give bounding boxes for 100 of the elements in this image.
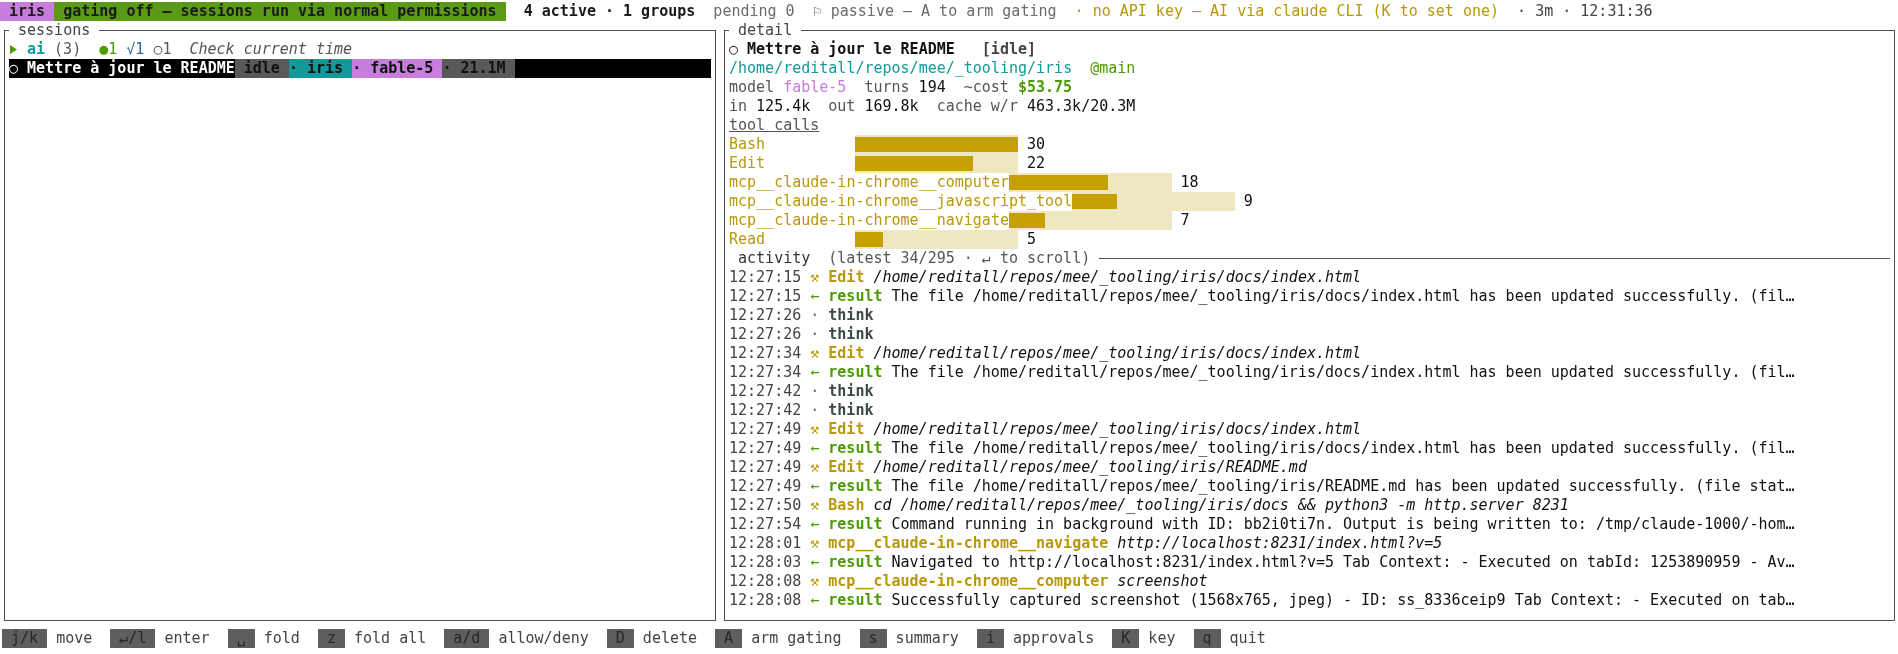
shortcut-label: move — [56, 629, 93, 648]
call-count: 18 — [1180, 173, 1199, 192]
timestamp: 12:28:03 — [729, 553, 802, 572]
entry-detail: /home/reditall/repos/mee/_tooling/iris/README.md — [873, 458, 1307, 477]
entry-kind-label: result — [828, 591, 883, 610]
stat-label: ~cost — [963, 78, 1009, 97]
stat-value: $53.75 — [1017, 78, 1073, 97]
session-status-count: ○1 — [153, 40, 172, 59]
entry-detail: cd /home/reditall/repos/mee/_tooling/iris/docs && python3 -m http.server 8231 — [873, 496, 1569, 515]
entry-kind-label: result — [828, 477, 883, 496]
entry-kind-label: think — [828, 325, 874, 344]
shortcut-label: key — [1148, 629, 1176, 648]
entry-kind-label: think — [828, 401, 874, 420]
panel-title: sessions — [17, 21, 92, 40]
panel-title: detail — [737, 21, 794, 40]
call-count: 7 — [1180, 211, 1190, 230]
entry-marker: ⚒ — [810, 534, 820, 553]
entry-kind-label: Edit — [828, 344, 865, 363]
shortcut-key: ␣ — [227, 629, 255, 648]
entry-detail: http://localhost:8231/index.html?v=5 — [1117, 534, 1443, 553]
entry-detail: Command running in background with ID: bb2i0ti7n. Output is being written to: /tmp/claude-1000/-hom… — [891, 515, 1795, 534]
timestamp: 12:27:26 — [729, 325, 802, 344]
entry-marker: ← — [810, 515, 820, 534]
entry-detail: /home/reditall/repos/mee/_tooling/iris/docs/index.html — [873, 420, 1362, 439]
timestamp: 12:27:34 — [729, 344, 802, 363]
activity-subtitle: (latest 34/295 · ↵ to scroll) — [828, 249, 1091, 268]
pending-count-text: pending 0 — [713, 2, 795, 21]
entry-detail: /home/reditall/repos/mee/_tooling/iris/docs/index.html — [873, 344, 1362, 363]
tool-name: Bash — [729, 135, 767, 154]
app-badge: iris — [0, 2, 55, 21]
timestamp: 12:28:08 — [729, 572, 802, 591]
session-tag: idle — [234, 59, 289, 78]
session-tag: · fable-5 — [352, 59, 443, 78]
stat-value: fable-5 — [783, 78, 847, 97]
entry-marker: ⚒ — [810, 344, 820, 363]
shortcut-key: s — [859, 629, 887, 648]
entry-marker: ⚒ — [810, 496, 820, 515]
entry-detail: Successfully captured screenshot (1568x765, jpeg) - ID: ss_8336ceip9 Tab Context: - Executed on tab… — [891, 591, 1795, 610]
active-sessions-summary: 4 active · 1 groups — [523, 2, 696, 21]
timestamp: 12:27:34 — [729, 363, 802, 382]
caret-icon[interactable] — [10, 45, 17, 54]
call-count: 22 — [1027, 154, 1046, 173]
shortcut-key: i — [976, 629, 1004, 648]
timestamp: 12:27:50 — [729, 496, 802, 515]
timestamp: 12:27:42 — [729, 382, 802, 401]
entry-marker: · — [810, 325, 820, 344]
status-marker: ○ — [729, 40, 739, 59]
group-count: (3) — [54, 40, 82, 59]
session-title: Mettre à jour le README — [27, 59, 235, 78]
entry-kind-label: result — [828, 553, 883, 572]
shortcut-label: enter — [164, 629, 210, 648]
shortcut-label: quit — [1229, 629, 1266, 648]
entry-kind-label: result — [828, 439, 883, 458]
entry-marker: ← — [810, 439, 820, 458]
tool-name: mcp__claude-in-chrome__computer — [729, 173, 1009, 192]
shortcut-label: approvals — [1012, 629, 1095, 648]
timestamp: 12:27:54 — [729, 515, 802, 534]
project-path: /home/reditall/repos/mee/_tooling/iris — [729, 59, 1073, 78]
timestamp: 12:27:15 — [729, 287, 802, 306]
uptime-clock-text: · 3m · 12:31:36 — [1517, 2, 1653, 21]
session-status-count: ●1 — [99, 40, 118, 59]
entry-kind-label: mcp__claude-in-chrome__navigate — [828, 534, 1109, 553]
entry-kind-label: think — [828, 382, 874, 401]
stat-value: 169.8k — [864, 97, 919, 116]
entry-marker: ⚒ — [810, 572, 820, 591]
shortcut-label: summary — [895, 629, 959, 648]
timestamp: 12:28:01 — [729, 534, 802, 553]
shortcut-key: j/k — [2, 629, 48, 648]
stat-label: out — [828, 97, 856, 116]
shortcut-label: arm gating — [751, 629, 842, 648]
entry-kind-label: Edit — [828, 458, 865, 477]
entry-detail: screenshot — [1117, 572, 1208, 591]
shortcut-key: a/d — [444, 629, 490, 648]
tool-name: mcp__claude-in-chrome__javascript_tool — [729, 192, 1073, 211]
session-row[interactable]: ○ Mettre à jour le README idle · iris · fable-5 · 21.1M — [9, 59, 711, 78]
gating-mode-text: ⚐ passive – A to arm gating — [812, 2, 1057, 21]
entry-marker: ⚒ — [810, 268, 820, 287]
entry-kind-label: Edit — [828, 268, 865, 287]
call-count: 30 — [1027, 135, 1046, 154]
stat-value: 125.4k — [756, 97, 811, 116]
status-marker: ○ — [9, 59, 19, 78]
call-count: 9 — [1243, 192, 1253, 211]
entry-kind-label: Bash — [828, 496, 865, 515]
entry-marker: · — [810, 306, 820, 325]
call-count: 5 — [1027, 230, 1036, 249]
group-note: Check current time — [189, 40, 353, 59]
activity-title: activity — [738, 249, 811, 268]
timestamp: 12:27:49 — [729, 439, 802, 458]
shortcut-key: z — [317, 629, 345, 648]
entry-kind-label: think — [828, 306, 874, 325]
entry-kind-label: result — [828, 363, 883, 382]
stat-label: in — [729, 97, 748, 116]
entry-marker: · — [810, 382, 820, 401]
entry-detail: The file /home/reditall/repos/mee/_tooling/iris/docs/index.html has been updated successfully. (fil… — [891, 287, 1795, 306]
session-tag: · 21.1M — [442, 59, 515, 78]
tool-name: Read — [729, 230, 767, 249]
shortcut-label: fold all — [354, 629, 427, 648]
entry-kind-label: result — [828, 287, 883, 306]
timestamp: 12:28:08 — [729, 591, 802, 610]
session-status-count: √1 — [126, 40, 145, 59]
